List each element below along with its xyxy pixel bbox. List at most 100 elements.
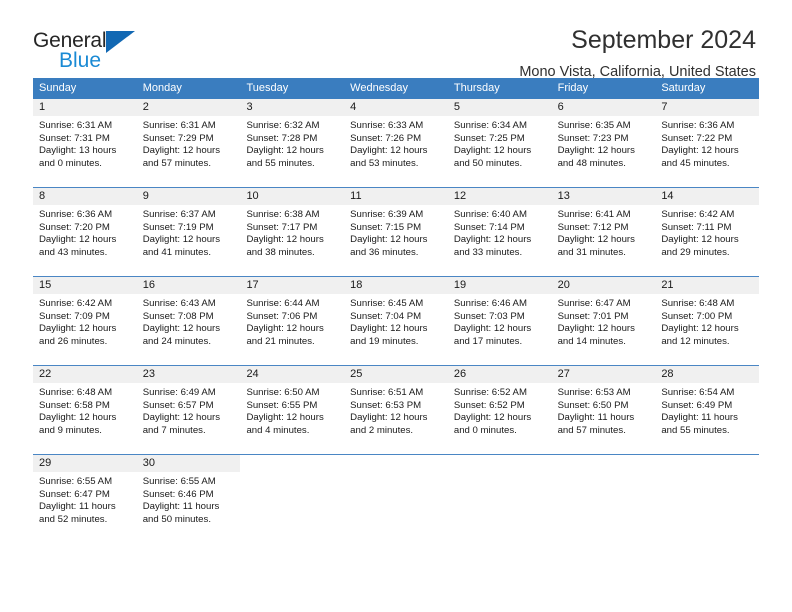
day-details: Sunrise: 6:46 AM Sunset: 7:03 PM Daylight:…: [448, 294, 552, 348]
calendar-day-cell[interactable]: 30 Sunrise: 6:55 AM Sunset: 6:46 PM Dayligh…: [136, 455, 241, 543]
calendar-day-cell[interactable]: 18 Sunrise: 6:45 AM Sunset: 7:04 PM Dayligh…: [344, 277, 448, 365]
sunrise-text: Sunrise: 6:37 AM: [142, 209, 216, 220]
daylight-text-line1: Daylight: 12 hours: [661, 323, 739, 335]
daylight-text-line2: and 50 minutes.: [142, 513, 211, 525]
day-number: 14: [655, 188, 760, 205]
sunset-text: Sunset: 7:08 PM: [142, 310, 214, 322]
calendar-day-cell[interactable]: 21 Sunrise: 6:48 AM Sunset: 7:00 PM Dayligh…: [655, 277, 760, 365]
daylight-text-line2: and 7 minutes.: [142, 424, 206, 436]
calendar-day-cell[interactable]: 13 Sunrise: 6:41 AM Sunset: 7:12 PM Dayligh…: [551, 188, 656, 276]
calendar-day-cell[interactable]: 26 Sunrise: 6:52 AM Sunset: 6:52 PM Dayligh…: [447, 366, 552, 454]
sunrise-text: Sunrise: 6:32 AM: [246, 120, 320, 131]
daylight-text-line2: and 0 minutes.: [453, 424, 517, 436]
daylight-text-line1: Daylight: 12 hours: [453, 145, 532, 157]
day-details: Sunrise: 6:35 AM Sunset: 7:23 PM Daylight:…: [552, 116, 656, 170]
day-details: Sunrise: 6:54 AM Sunset: 6:49 PM Daylight:…: [655, 383, 759, 437]
calendar-day-cell[interactable]: 15 Sunrise: 6:42 AM Sunset: 7:09 PM Dayligh…: [33, 277, 137, 365]
sunrise-text: Sunrise: 6:36 AM: [661, 120, 735, 131]
calendar-day-cell[interactable]: 28 Sunrise: 6:54 AM Sunset: 6:49 PM Dayligh…: [655, 366, 760, 454]
day-number: 12: [447, 188, 552, 205]
sunrise-text: Sunrise: 6:46 AM: [453, 298, 527, 309]
sunrise-text: Sunrise: 6:40 AM: [453, 209, 527, 220]
sunset-text: Sunset: 7:25 PM: [453, 132, 525, 144]
sunrise-text: Sunrise: 6:33 AM: [350, 120, 424, 131]
calendar-day-cell[interactable]: 3 Sunrise: 6:32 AM Sunset: 7:28 PM Daylight…: [240, 99, 345, 187]
calendar-week-row: 1 Sunrise: 6:31 AM Sunset: 7:31 PM Daylight…: [33, 99, 760, 187]
calendar-day-cell[interactable]: 1 Sunrise: 6:31 AM Sunset: 7:31 PM Daylight…: [33, 99, 137, 187]
calendar-day-cell[interactable]: 4 Sunrise: 6:33 AM Sunset: 7:26 PM Daylight…: [344, 99, 448, 187]
calendar-day-cell[interactable]: 19 Sunrise: 6:46 AM Sunset: 7:03 PM Dayligh…: [447, 277, 552, 365]
sunset-text: Sunset: 7:11 PM: [661, 221, 732, 233]
day-details: Sunrise: 6:47 AM Sunset: 7:01 PM Daylight:…: [552, 294, 656, 348]
calendar-day-cell[interactable]: 29 Sunrise: 6:55 AM Sunset: 6:47 PM Dayligh…: [33, 455, 137, 543]
calendar-day-cell[interactable]: 25 Sunrise: 6:51 AM Sunset: 6:53 PM Dayligh…: [344, 366, 448, 454]
daylight-text-line1: Daylight: 12 hours: [246, 145, 324, 157]
day-details: Sunrise: 6:55 AM Sunset: 6:47 PM Daylight:…: [33, 472, 137, 526]
day-details: Sunrise: 6:33 AM Sunset: 7:26 PM Daylight:…: [344, 116, 448, 170]
daylight-text-line2: and 21 minutes.: [246, 335, 315, 347]
sunrise-text: Sunrise: 6:38 AM: [246, 209, 320, 220]
daylight-text-line1: Daylight: 12 hours: [453, 323, 532, 335]
sunrise-text: Sunrise: 6:44 AM: [246, 298, 320, 309]
calendar-day-cell[interactable]: 23 Sunrise: 6:49 AM Sunset: 6:57 PM Dayligh…: [136, 366, 241, 454]
sunrise-text: Sunrise: 6:45 AM: [350, 298, 424, 309]
sunset-text: Sunset: 7:26 PM: [350, 132, 422, 144]
day-details: Sunrise: 6:31 AM Sunset: 7:31 PM Daylight:…: [33, 116, 137, 170]
calendar-day-cell[interactable]: 8 Sunrise: 6:36 AM Sunset: 7:20 PM Daylight…: [33, 188, 137, 276]
day-number: 26: [447, 366, 552, 383]
calendar-day-cell-empty: [240, 455, 344, 543]
calendar-day-cell[interactable]: 17 Sunrise: 6:44 AM Sunset: 7:06 PM Dayligh…: [240, 277, 345, 365]
calendar-day-cell[interactable]: 10 Sunrise: 6:38 AM Sunset: 7:17 PM Dayligh…: [240, 188, 345, 276]
calendar-day-cell[interactable]: 5 Sunrise: 6:34 AM Sunset: 7:25 PM Daylight…: [447, 99, 552, 187]
daylight-text-line1: Daylight: 11 hours: [661, 412, 738, 424]
day-details: Sunrise: 6:36 AM Sunset: 7:20 PM Daylight:…: [33, 205, 137, 259]
daylight-text-line2: and 2 minutes.: [350, 424, 414, 436]
sunset-text: Sunset: 7:17 PM: [246, 221, 318, 233]
calendar-day-cell[interactable]: 6 Sunrise: 6:35 AM Sunset: 7:23 PM Daylight…: [551, 99, 656, 187]
daylight-text-line2: and 9 minutes.: [39, 424, 102, 436]
day-number: 1: [33, 99, 137, 116]
sunset-text: Sunset: 7:01 PM: [557, 310, 629, 322]
calendar-day-cell[interactable]: 11 Sunrise: 6:39 AM Sunset: 7:15 PM Dayligh…: [344, 188, 448, 276]
sunset-text: Sunset: 6:58 PM: [39, 399, 110, 411]
calendar-day-cell[interactable]: 27 Sunrise: 6:53 AM Sunset: 6:50 PM Dayligh…: [551, 366, 656, 454]
sunrise-text: Sunrise: 6:36 AM: [39, 209, 113, 220]
daylight-text-line2: and 14 minutes.: [557, 335, 626, 347]
brand-name-blue: Blue: [59, 49, 102, 72]
sunset-text: Sunset: 6:57 PM: [142, 399, 214, 411]
weekday-header-friday: Friday: [557, 82, 589, 94]
calendar-day-cell[interactable]: 14 Sunrise: 6:42 AM Sunset: 7:11 PM Dayligh…: [655, 188, 760, 276]
sunset-text: Sunset: 7:29 PM: [142, 132, 214, 144]
day-number: 8: [33, 188, 137, 205]
calendar-day-cell[interactable]: 24 Sunrise: 6:50 AM Sunset: 6:55 PM Dayligh…: [240, 366, 345, 454]
day-number: 20: [551, 277, 656, 294]
calendar-day-cell[interactable]: 7 Sunrise: 6:36 AM Sunset: 7:22 PM Daylight…: [655, 99, 760, 187]
calendar-day-cell[interactable]: 12 Sunrise: 6:40 AM Sunset: 7:14 PM Dayligh…: [447, 188, 552, 276]
daylight-text-line1: Daylight: 12 hours: [246, 234, 324, 246]
calendar-day-cell[interactable]: 16 Sunrise: 6:43 AM Sunset: 7:08 PM Dayligh…: [136, 277, 241, 365]
brand-logo[interactable]: General Blue: [33, 26, 163, 71]
calendar-day-cell[interactable]: 22 Sunrise: 6:48 AM Sunset: 6:58 PM Dayligh…: [33, 366, 137, 454]
daylight-text-line2: and 45 minutes.: [661, 157, 730, 169]
daylight-text-line2: and 55 minutes.: [246, 157, 315, 169]
title-block: September 2024 Mono Vista, California, U…: [519, 26, 756, 81]
calendar-day-cell[interactable]: 9 Sunrise: 6:37 AM Sunset: 7:19 PM Daylight…: [136, 188, 241, 276]
day-number: [344, 455, 448, 472]
day-number: 13: [551, 188, 656, 205]
daylight-text-line2: and 24 minutes.: [142, 335, 211, 347]
calendar-grid: Sunday Monday Tuesday Wednesday Thursday…: [33, 78, 760, 543]
day-details: Sunrise: 6:48 AM Sunset: 7:00 PM Daylight:…: [655, 294, 759, 348]
calendar-day-cell[interactable]: 20 Sunrise: 6:47 AM Sunset: 7:01 PM Dayligh…: [551, 277, 656, 365]
calendar-day-cell[interactable]: 2 Sunrise: 6:31 AM Sunset: 7:29 PM Daylight…: [136, 99, 241, 187]
day-number: 11: [344, 188, 448, 205]
sunset-text: Sunset: 6:46 PM: [142, 488, 214, 500]
brand-name-general: General: [33, 29, 107, 52]
day-number: 3: [240, 99, 345, 116]
daylight-text-line2: and 41 minutes.: [142, 246, 211, 258]
daylight-text-line2: and 4 minutes.: [246, 424, 310, 436]
day-number: 19: [447, 277, 552, 294]
daylight-text-line2: and 29 minutes.: [661, 246, 730, 258]
sunset-text: Sunset: 7:03 PM: [453, 310, 525, 322]
daylight-text-line1: Daylight: 12 hours: [350, 145, 428, 157]
day-number: 21: [655, 277, 760, 294]
